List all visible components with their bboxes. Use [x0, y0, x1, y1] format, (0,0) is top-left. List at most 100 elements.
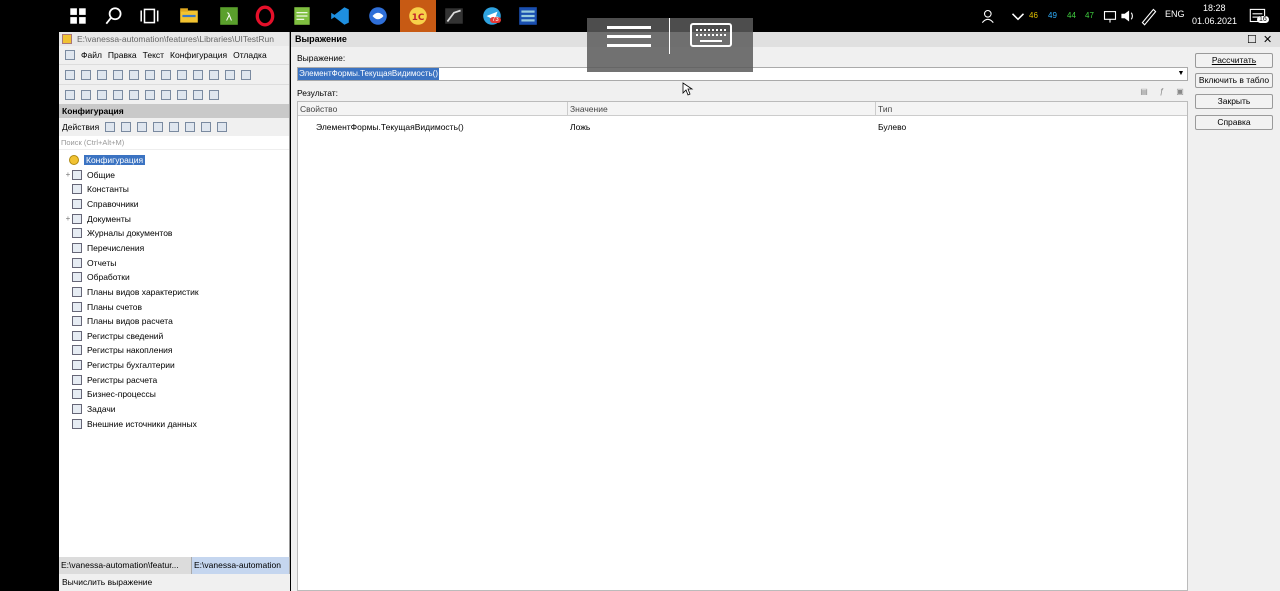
tree-item[interactable]: Бизнес-процессы — [59, 387, 156, 401]
telegram-icon[interactable] — [480, 4, 504, 28]
cell-property[interactable]: ЭлементФормы.ТекущаяВидимость() — [316, 120, 464, 134]
zoom-icon[interactable] — [241, 69, 251, 80]
menu-file[interactable]: Файл — [81, 50, 102, 60]
tool-b-icon[interactable] — [177, 89, 187, 100]
actions-menu[interactable]: Действия — [62, 122, 99, 132]
app-green-icon[interactable]: λ — [217, 4, 241, 28]
expand-icon[interactable]: + — [64, 214, 72, 223]
column-property[interactable]: Свойство — [298, 102, 568, 116]
people-icon[interactable] — [978, 4, 1002, 28]
tree-item[interactable]: Конфигурация — [59, 153, 146, 167]
filter-icon[interactable] — [217, 122, 228, 132]
tray-num-2: 49 — [1048, 11, 1057, 20]
move-down-icon[interactable] — [185, 122, 196, 132]
menu-text[interactable]: Текст — [143, 50, 164, 60]
tree-item[interactable]: Внешние источники данных — [59, 417, 197, 431]
sort-icon[interactable] — [201, 122, 212, 132]
tree-item[interactable]: Регистры бухгалтерии — [59, 358, 175, 372]
preview-icon[interactable] — [177, 69, 187, 80]
formula-icon[interactable]: ƒ — [1156, 87, 1168, 97]
tree-item[interactable]: Журналы документов — [59, 226, 172, 240]
chevron-up-icon[interactable] — [1006, 4, 1030, 28]
tree-item[interactable]: Регистры расчета — [59, 373, 157, 387]
open-icon[interactable] — [81, 69, 91, 80]
window-tab-2[interactable]: E:\vanessa-automation — [192, 557, 290, 574]
tree-item[interactable]: Справочники — [59, 197, 139, 211]
print-result-icon[interactable]: ▣ — [1174, 87, 1186, 97]
column-type[interactable]: Тип — [876, 102, 1189, 116]
clock-date[interactable]: 01.06.2021 — [1192, 16, 1237, 26]
find-icon[interactable] — [225, 69, 235, 80]
comment-icon[interactable] — [193, 89, 203, 100]
edit-icon[interactable] — [121, 122, 132, 132]
app-grid-icon[interactable] — [516, 4, 540, 28]
tree-item[interactable]: + Общие — [59, 168, 115, 182]
maximize-icon[interactable]: ☐ — [1247, 33, 1257, 48]
copy-icon[interactable] — [129, 69, 139, 80]
tree-item[interactable]: Планы счетов — [59, 300, 142, 314]
search-icon[interactable] — [102, 4, 126, 28]
tree-item[interactable]: Константы — [59, 182, 129, 196]
menu-icon[interactable] — [65, 50, 75, 60]
new-icon[interactable] — [65, 69, 75, 80]
config-search-input[interactable]: Поиск (Ctrl+Alt+M) — [59, 136, 289, 150]
tree-item-label: Регистры бухгалтерии — [87, 360, 175, 371]
include-in-table-button[interactable]: Включить в табло — [1195, 73, 1273, 88]
tree-item[interactable]: Планы видов расчета — [59, 314, 173, 328]
globe-icon[interactable] — [145, 89, 155, 100]
run-icon[interactable] — [129, 89, 139, 100]
table-icon[interactable] — [113, 89, 123, 100]
chevron-down-icon[interactable]: ▼ — [1175, 68, 1187, 80]
window-tab-1[interactable]: E:\vanessa-automation\featur... — [59, 557, 192, 574]
move-up-icon[interactable] — [169, 122, 180, 132]
tree-item[interactable]: + Документы — [59, 212, 131, 226]
clock-time[interactable]: 18:28 — [1203, 3, 1226, 13]
add-icon[interactable] — [105, 122, 116, 132]
cut-icon[interactable] — [113, 69, 123, 80]
menu-edit[interactable]: Правка — [108, 50, 137, 60]
save-icon[interactable] — [97, 69, 107, 80]
file-explorer-icon[interactable] — [177, 4, 201, 28]
help-button[interactable]: Справка — [1195, 115, 1273, 130]
undo-icon[interactable] — [193, 69, 203, 80]
app-blue-icon[interactable] — [366, 4, 390, 28]
tree-item[interactable]: Регистры накопления — [59, 343, 173, 357]
menu-configuration[interactable]: Конфигурация — [170, 50, 227, 60]
1c-icon[interactable]: 1С — [400, 0, 436, 32]
tree-item[interactable]: Регистры сведений — [59, 329, 163, 343]
db-icon[interactable] — [97, 89, 107, 100]
delete-icon[interactable] — [153, 122, 164, 132]
paste-icon[interactable] — [145, 69, 155, 80]
print-icon[interactable] — [161, 69, 171, 80]
close-icon[interactable]: ✕ — [1263, 33, 1272, 48]
uncomment-icon[interactable] — [209, 89, 219, 100]
language-indicator[interactable]: ENG — [1165, 9, 1185, 19]
redo-icon[interactable] — [209, 69, 219, 80]
task-view-icon[interactable] — [138, 4, 162, 28]
tree-item[interactable]: Отчеты — [59, 256, 116, 270]
keyboard-icon[interactable] — [690, 23, 732, 47]
notepad-icon[interactable] — [290, 4, 314, 28]
cell-value[interactable]: Ложь — [570, 120, 590, 134]
tree-item[interactable]: Задачи — [59, 402, 116, 416]
calculate-button[interactable]: Рассчитать — [1195, 53, 1273, 68]
tool-a-icon[interactable] — [161, 89, 171, 100]
cell-type[interactable]: Булево — [878, 120, 906, 134]
tree-item[interactable]: Перечисления — [59, 241, 144, 255]
close-button[interactable]: Закрыть — [1195, 94, 1273, 109]
expand-icon[interactable]: + — [64, 170, 72, 179]
copy-item-icon[interactable] — [137, 122, 148, 132]
module-icon[interactable] — [65, 89, 75, 100]
column-value[interactable]: Значение — [568, 102, 876, 116]
app-dark-icon[interactable] — [442, 4, 466, 28]
menu-debug[interactable]: Отладка — [233, 50, 267, 60]
stack-icon[interactable]: ▤ — [1138, 87, 1150, 97]
form-icon[interactable] — [81, 89, 91, 100]
hamburger-icon[interactable] — [607, 24, 651, 50]
vscode-icon[interactable] — [328, 4, 352, 28]
windows-start-icon[interactable] — [66, 4, 90, 28]
tree-item[interactable]: Планы видов характеристик — [59, 285, 199, 299]
opera-icon[interactable] — [253, 4, 277, 28]
pen-icon[interactable] — [1137, 4, 1161, 28]
tree-item[interactable]: Обработки — [59, 270, 130, 284]
